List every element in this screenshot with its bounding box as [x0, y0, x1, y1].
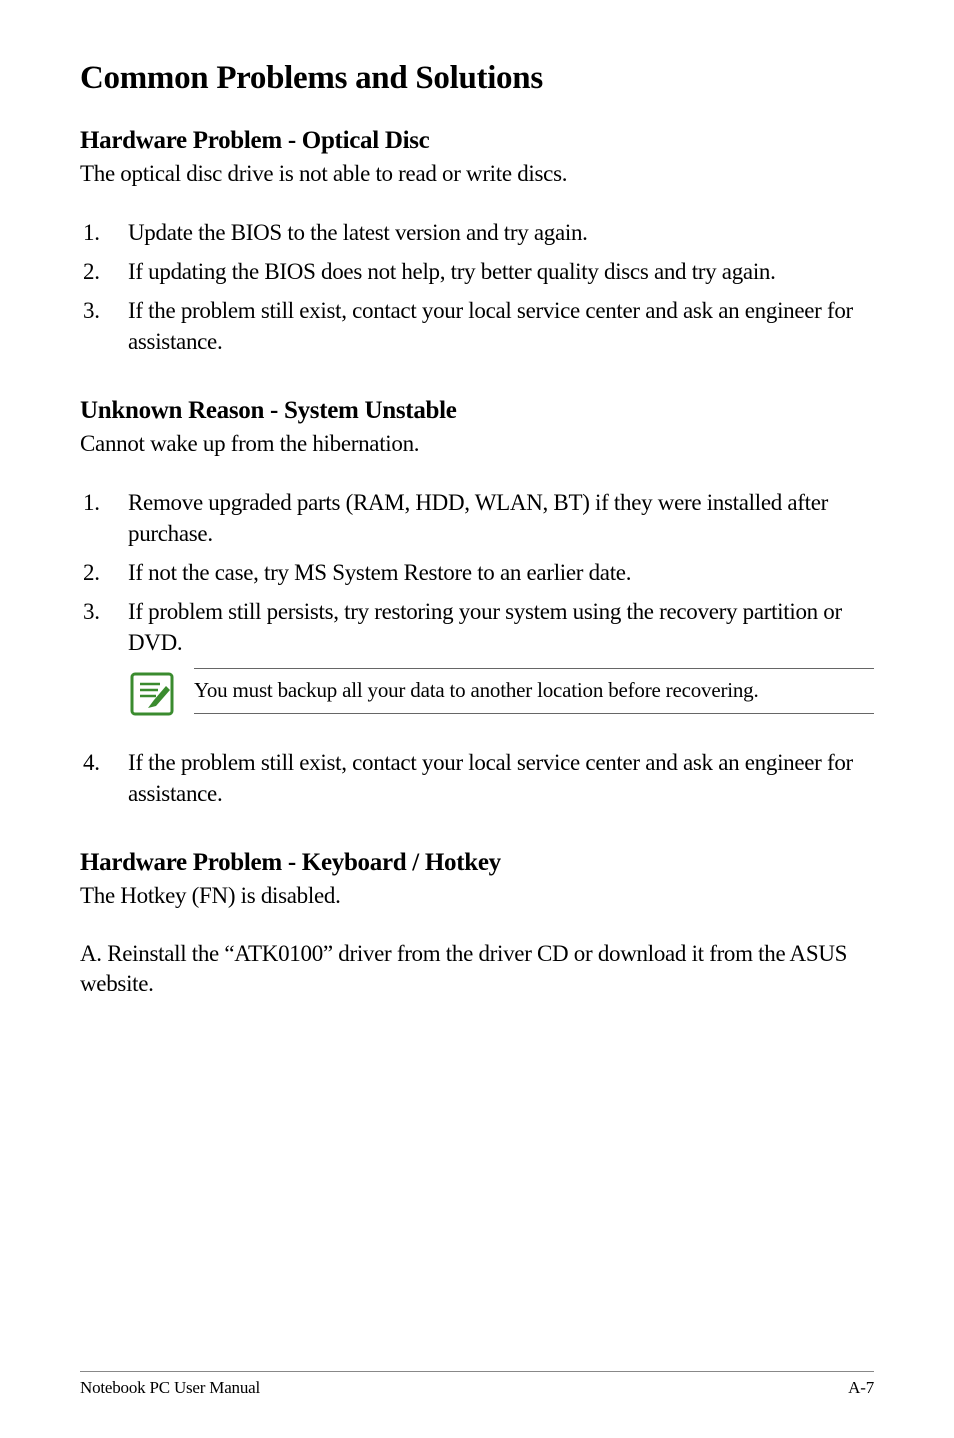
list-text: If not the case, try MS System Restore t… — [128, 560, 631, 585]
section-optical-disc: Hardware Problem - Optical Disc The opti… — [80, 127, 874, 357]
list-text: If the problem still exist, contact your… — [128, 298, 853, 354]
page-title: Common Problems and Solutions — [80, 60, 874, 97]
list-item: 1. Remove upgraded parts (RAM, HDD, WLAN,… — [80, 487, 874, 549]
numbered-list: 1. Remove upgraded parts (RAM, HDD, WLAN,… — [80, 487, 874, 658]
note-block: You must backup all your data to another… — [128, 668, 874, 723]
list-number: 2. — [83, 557, 100, 588]
numbered-list: 4. If the problem still exist, contact yo… — [80, 747, 874, 809]
footer-left: Notebook PC User Manual — [80, 1378, 260, 1398]
list-text: Remove upgraded parts (RAM, HDD, WLAN, B… — [128, 490, 828, 546]
list-text: If problem still persists, try restoring… — [128, 599, 842, 655]
subsection-heading: Unknown Reason - System Unstable — [80, 397, 874, 425]
list-item: 2. If updating the BIOS does not help, tr… — [80, 256, 874, 287]
intro-text: The Hotkey (FN) is disabled. — [80, 881, 874, 911]
list-item: 1. Update the BIOS to the latest version … — [80, 217, 874, 248]
subsection-heading: Hardware Problem - Optical Disc — [80, 127, 874, 155]
list-text: If the problem still exist, contact your… — [128, 750, 853, 806]
footer-right: A-7 — [848, 1378, 874, 1398]
list-number: 3. — [83, 295, 100, 326]
list-number: 1. — [83, 487, 100, 518]
page-content: Common Problems and Solutions Hardware P… — [80, 60, 874, 1371]
section-system-unstable: Unknown Reason - System Unstable Cannot … — [80, 397, 874, 809]
list-text: Update the BIOS to the latest version an… — [128, 220, 588, 245]
numbered-list: 1. Update the BIOS to the latest version … — [80, 217, 874, 357]
list-text: If updating the BIOS does not help, try … — [128, 259, 776, 284]
note-text: You must backup all your data to another… — [194, 677, 874, 704]
list-item: 3. If the problem still exist, contact yo… — [80, 295, 874, 357]
body-text: A. Reinstall the “ATK0100” driver from t… — [80, 939, 874, 999]
list-number: 1. — [83, 217, 100, 248]
list-number: 4. — [83, 747, 100, 778]
page-footer: Notebook PC User Manual A-7 — [80, 1371, 874, 1398]
section-keyboard-hotkey: Hardware Problem - Keyboard / Hotkey The… — [80, 849, 874, 999]
list-number: 2. — [83, 256, 100, 287]
intro-text: The optical disc drive is not able to re… — [80, 159, 874, 189]
list-item: 2. If not the case, try MS System Restore… — [80, 557, 874, 588]
list-item: 4. If the problem still exist, contact yo… — [80, 747, 874, 809]
intro-text: Cannot wake up from the hibernation. — [80, 429, 874, 459]
list-number: 3. — [83, 596, 100, 627]
note-content: You must backup all your data to another… — [194, 668, 874, 713]
subsection-heading: Hardware Problem - Keyboard / Hotkey — [80, 849, 874, 877]
note-icon — [128, 670, 176, 723]
list-item: 3. If problem still persists, try restori… — [80, 596, 874, 658]
